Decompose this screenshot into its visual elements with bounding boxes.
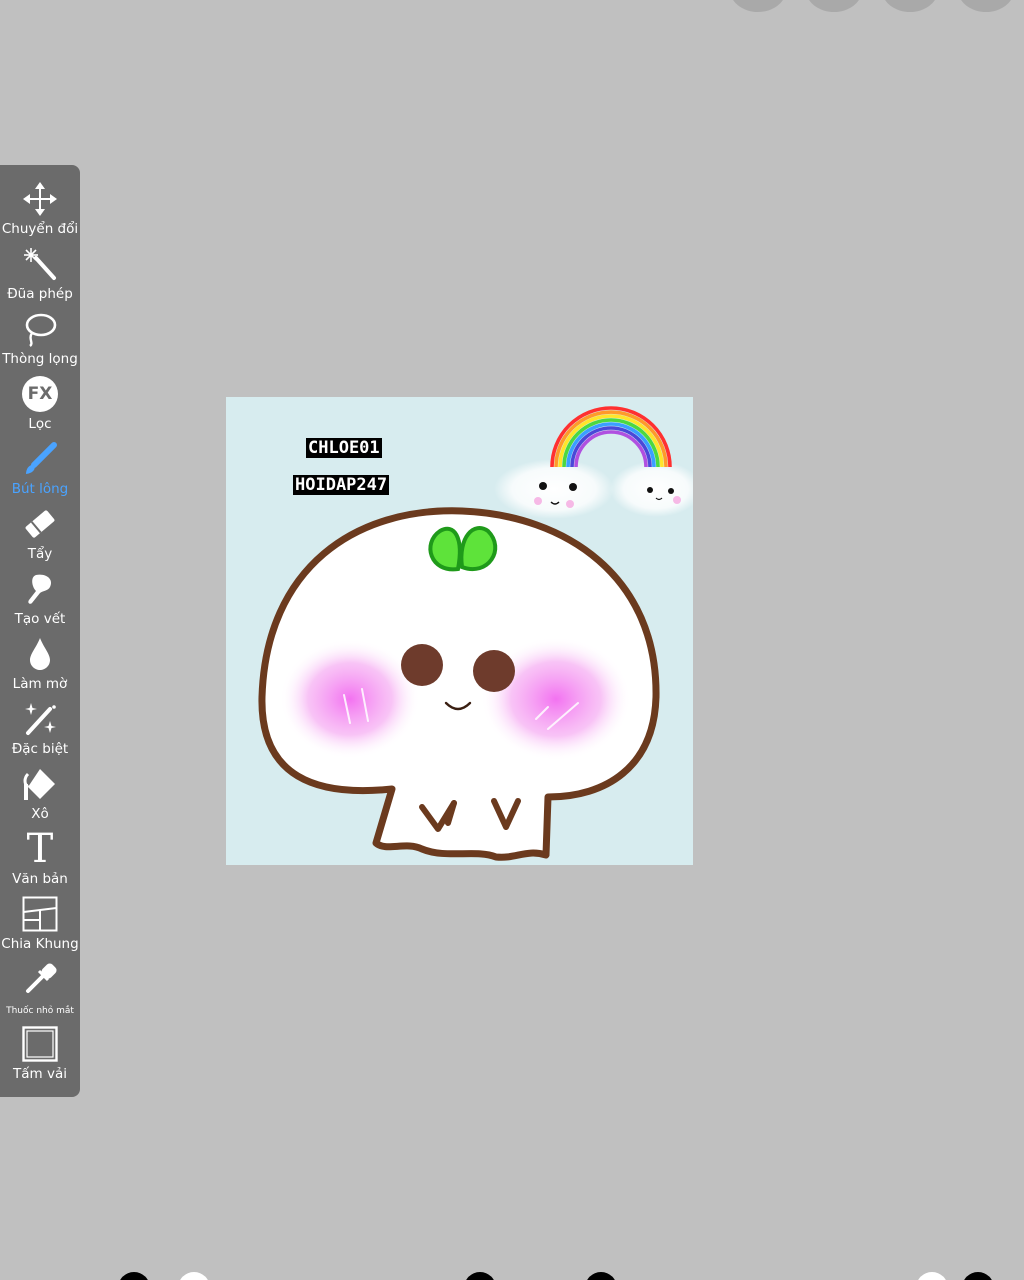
- tool-panel: Chuyển đổi Đũa phép Thòng lọng FX Lọc Bú…: [0, 165, 80, 1097]
- artwork: [258, 406, 693, 861]
- bucket-icon: [20, 764, 60, 804]
- tool-smudge[interactable]: Tạo vết: [0, 569, 80, 633]
- tool-eyedropper[interactable]: Thuốc nhỏ mắt: [0, 959, 80, 1023]
- bottom-button-1[interactable]: [118, 1272, 150, 1280]
- tool-label: Bút lông: [11, 481, 69, 497]
- tool-filter[interactable]: FX Lọc: [0, 374, 80, 438]
- top-button-3[interactable]: [882, 0, 938, 12]
- tool-label: Chuyển đổi: [1, 221, 79, 237]
- lasso-icon: [20, 309, 60, 349]
- tool-label: Tạo vết: [14, 611, 66, 627]
- tool-special[interactable]: Đặc biệt: [0, 699, 80, 763]
- top-button-4[interactable]: [958, 0, 1014, 12]
- frame-divider-icon: [20, 894, 60, 934]
- tool-label: Đũa phép: [7, 286, 73, 302]
- text-icon: T: [26, 826, 54, 872]
- cloud-left: [494, 459, 614, 519]
- app-screen: Chuyển đổi Đũa phép Thòng lọng FX Lọc Bú…: [0, 0, 1024, 1280]
- tool-label: Làm mờ: [12, 676, 68, 692]
- tool-blur[interactable]: Làm mờ: [0, 634, 80, 698]
- top-button-2[interactable]: [806, 0, 862, 12]
- tool-label: Thuốc nhỏ mắt: [6, 1006, 74, 1016]
- tool-canvas[interactable]: Tấm vải: [0, 1024, 80, 1088]
- watermark-line2: HOIDAP247: [293, 475, 390, 495]
- bottom-button-4[interactable]: [585, 1272, 617, 1280]
- bottom-button-6[interactable]: [962, 1272, 994, 1280]
- tool-magic-wand[interactable]: Đũa phép: [0, 244, 80, 308]
- eraser-icon: [20, 504, 60, 544]
- bottom-button-3[interactable]: [464, 1272, 496, 1280]
- tool-bucket[interactable]: Xô: [0, 764, 80, 828]
- tool-label: Lọc: [28, 416, 52, 432]
- drawing-canvas[interactable]: CHLOE01 HOIDAP247: [226, 397, 693, 865]
- brush-icon: [20, 439, 60, 479]
- tool-brush[interactable]: Bút lông: [0, 439, 80, 503]
- tool-eraser[interactable]: Tẩy: [0, 504, 80, 568]
- tool-label: Xô: [31, 806, 49, 822]
- eye-right: [473, 650, 515, 692]
- top-button-1[interactable]: [730, 0, 786, 12]
- fx-filter-icon: FX: [20, 374, 60, 414]
- tool-label: Tẩy: [27, 546, 53, 562]
- magic-wand-icon: [20, 244, 60, 284]
- tool-label: Chia Khung: [1, 936, 79, 952]
- move-icon: [20, 179, 60, 219]
- tool-label: Văn bản: [12, 871, 68, 887]
- tool-label: Tấm vải: [13, 1066, 67, 1082]
- bottom-button-5[interactable]: [916, 1272, 948, 1280]
- tool-frame-divider[interactable]: Chia Khung: [0, 894, 80, 958]
- watermark-line1: CHLOE01: [306, 438, 382, 458]
- bottom-button-2[interactable]: [178, 1272, 210, 1280]
- smudge-icon: [20, 569, 60, 609]
- tool-label: Đặc biệt: [11, 741, 69, 757]
- blush-left: [280, 639, 420, 759]
- tool-text[interactable]: T Văn bản: [0, 829, 80, 893]
- canvas-icon: [20, 1024, 60, 1064]
- tool-lasso[interactable]: Thòng lọng: [0, 309, 80, 373]
- tool-label: Thòng lọng: [2, 351, 78, 367]
- eyedropper-icon: [20, 959, 60, 999]
- eye-left: [401, 644, 443, 686]
- rainbow: [550, 406, 672, 468]
- tool-transform[interactable]: Chuyển đổi: [0, 179, 80, 243]
- blur-drop-icon: [20, 634, 60, 674]
- special-sparkle-icon: [20, 699, 60, 739]
